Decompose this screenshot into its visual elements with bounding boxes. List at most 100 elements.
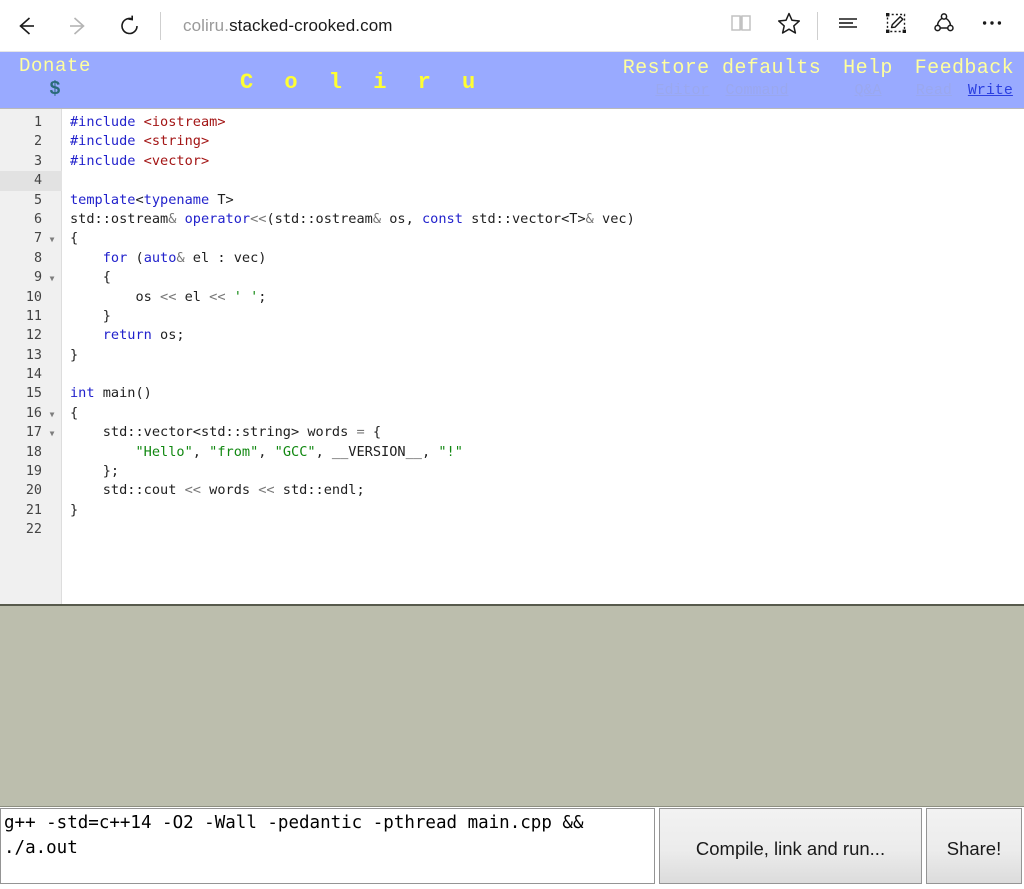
book-icon: [728, 10, 754, 41]
code-text: std::vector<std::string> words = {: [70, 423, 381, 442]
code-line[interactable]: 13}: [0, 346, 1024, 365]
line-number: 1: [33, 115, 42, 130]
more-button[interactable]: [968, 1, 1016, 51]
code-line[interactable]: 19 };: [0, 462, 1024, 481]
code-line[interactable]: 1 #include <iostream>: [0, 113, 1024, 132]
code-line[interactable]: 7 ▼ {: [0, 229, 1024, 248]
line-number: 6: [33, 211, 42, 227]
header-nav: Restore defaults Editor Command Help Q&A…: [601, 56, 1024, 101]
code-token: (std::ostream: [266, 210, 373, 227]
refresh-button[interactable]: [104, 1, 156, 51]
code-text: for (auto& el : vec): [70, 249, 267, 268]
fold-toggle-icon[interactable]: ▼: [46, 268, 58, 289]
line-number: 11: [25, 308, 42, 324]
code-line[interactable]: 10 os << el << ' ';: [0, 288, 1024, 307]
link-restore-editor[interactable]: Editor: [655, 81, 709, 101]
compile-link-run-button[interactable]: Compile, link and run...: [659, 808, 922, 884]
code-token: std::cout: [70, 482, 185, 499]
line-number: 18: [25, 444, 42, 460]
line-number: 4: [33, 173, 42, 189]
code-token: T>: [209, 191, 234, 208]
forward-arrow-icon: [65, 13, 91, 39]
reading-view-button[interactable]: [717, 1, 765, 51]
code-line[interactable]: 22: [0, 520, 1024, 539]
address-bar[interactable]: coliru. stacked-crooked.com: [167, 1, 717, 51]
code-text: template<typename T>: [70, 191, 234, 210]
code-line[interactable]: 9 ▼ {: [0, 268, 1024, 287]
line-number: 5: [33, 192, 42, 208]
code-line[interactable]: 4: [0, 171, 1024, 191]
web-note-button[interactable]: [872, 1, 920, 51]
code-token: {: [70, 404, 79, 421]
code-line[interactable]: 14: [0, 365, 1024, 384]
nav-group-help: Help Q&A: [843, 56, 893, 101]
code-token: typename: [143, 191, 210, 208]
code-token: "Hello": [135, 443, 193, 460]
code-line[interactable]: 15 int main(): [0, 384, 1024, 403]
fold-toggle-icon[interactable]: ▼: [46, 229, 58, 250]
donate-label: Donate: [18, 55, 91, 77]
line-number: 8: [33, 250, 42, 266]
share-button-toolbar[interactable]: [920, 1, 968, 51]
code-token: os,: [381, 210, 422, 227]
code-token: "from": [209, 443, 259, 460]
code-text: #include <string>: [70, 132, 209, 151]
code-text: #include <iostream>: [70, 113, 226, 132]
code-token: std::endl;: [274, 482, 365, 499]
donate-link[interactable]: Donate $: [9, 55, 101, 101]
code-text: {: [70, 268, 111, 287]
code-token: <vector>: [143, 152, 210, 169]
url-domain: stacked-crooked.com: [229, 15, 393, 35]
line-number: 13: [25, 347, 42, 363]
code-token: #include: [70, 114, 136, 130]
output-panel[interactable]: [0, 604, 1024, 807]
code-token: <<: [250, 210, 267, 227]
forward-button[interactable]: [52, 1, 104, 51]
code-editor[interactable]: 1 #include <iostream> 2 #include <string> 3 #…: [0, 108, 1024, 604]
code-token: <: [135, 191, 144, 208]
code-text: os << el << ' ';: [70, 288, 266, 307]
fold-toggle-icon[interactable]: ▼: [46, 404, 58, 425]
hub-lines-icon: [835, 10, 861, 41]
code-lines[interactable]: 1 #include <iostream> 2 #include <string> 3 #…: [0, 113, 1024, 540]
code-token: el : vec): [184, 249, 267, 266]
code-line[interactable]: 21}: [0, 501, 1024, 520]
link-feedback-write[interactable]: Write: [968, 81, 1013, 101]
link-help-qa[interactable]: Q&A: [854, 81, 881, 101]
command-input[interactable]: [0, 808, 655, 884]
code-line[interactable]: 6 std::ostream& operator<<(std::ostream& …: [0, 210, 1024, 229]
code-token: #include: [70, 133, 136, 150]
code-token: , __VERSION__,: [315, 443, 439, 460]
link-restore-command[interactable]: Command: [725, 81, 788, 101]
line-number: 19: [25, 464, 42, 480]
favorites-button[interactable]: [765, 1, 813, 51]
code-line[interactable]: 17 ▼ std::vector<std::string> words = {: [0, 423, 1024, 442]
fold-toggle-icon[interactable]: ▼: [46, 423, 58, 444]
dollar-icon: $: [49, 78, 61, 100]
code-line[interactable]: 8 for (auto& el : vec): [0, 249, 1024, 268]
refresh-icon: [117, 13, 143, 39]
share-button[interactable]: Share!: [926, 808, 1022, 884]
code-token: {: [70, 230, 79, 247]
code-token: (: [127, 249, 144, 266]
code-token: const: [421, 210, 463, 227]
nav-links: Editor Command: [655, 81, 788, 101]
code-line[interactable]: 18 "Hello", "from", "GCC", __VERSION__, …: [0, 443, 1024, 462]
code-line[interactable]: 12 return os;: [0, 326, 1024, 345]
back-button[interactable]: [0, 1, 52, 51]
link-feedback-read[interactable]: Read: [916, 81, 952, 101]
code-line[interactable]: 11 }: [0, 307, 1024, 326]
code-line[interactable]: 2 #include <string>: [0, 132, 1024, 151]
code-line[interactable]: 3 #include <vector>: [0, 152, 1024, 171]
code-token: el: [176, 288, 210, 305]
code-line[interactable]: 16 ▼ {: [0, 404, 1024, 423]
hub-button[interactable]: [824, 1, 872, 51]
code-line[interactable]: 20 std::cout << words << std::endl;: [0, 481, 1024, 500]
share-nodes-icon: [931, 10, 957, 41]
code-line[interactable]: 5 template<typename T>: [0, 191, 1024, 210]
code-token: std::vector<T>: [462, 210, 586, 227]
